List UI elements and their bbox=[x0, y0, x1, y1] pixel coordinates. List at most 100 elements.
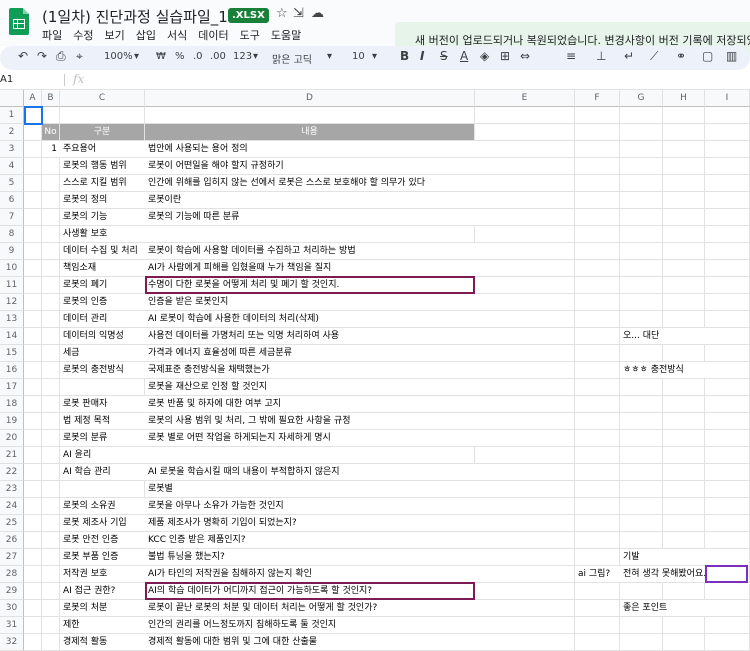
cell-c-21[interactable]: AI 윤리 bbox=[60, 447, 145, 464]
grid-cell[interactable] bbox=[663, 430, 705, 447]
grid-cell[interactable] bbox=[620, 294, 663, 311]
grid-cell[interactable] bbox=[663, 192, 705, 209]
grid-cell[interactable] bbox=[145, 107, 475, 124]
grid-cell[interactable] bbox=[24, 583, 42, 600]
row-header[interactable]: 28 bbox=[0, 566, 24, 583]
font-size-select[interactable]: 10 bbox=[352, 51, 365, 62]
borders-icon[interactable]: ⊞ bbox=[500, 49, 510, 63]
row-header[interactable]: 13 bbox=[0, 311, 24, 328]
grid-cell[interactable] bbox=[620, 345, 663, 362]
grid-cell[interactable] bbox=[620, 107, 663, 124]
italic-icon[interactable]: I bbox=[420, 49, 424, 63]
grid-cell[interactable] bbox=[42, 600, 60, 617]
cell-d-32[interactable]: 경제적 활동에 대한 범위 및 그에 대한 산출물 bbox=[145, 634, 475, 651]
grid-cell[interactable] bbox=[705, 430, 750, 447]
grid-cell[interactable] bbox=[575, 277, 620, 294]
grid-cell[interactable] bbox=[620, 583, 663, 600]
grid-cell[interactable] bbox=[575, 260, 620, 277]
grid-cell[interactable] bbox=[575, 192, 620, 209]
grid-cell[interactable] bbox=[475, 328, 575, 345]
grid-cell[interactable] bbox=[475, 277, 575, 294]
grid-cell[interactable] bbox=[705, 107, 750, 124]
grid-cell[interactable] bbox=[663, 532, 705, 549]
cell-d-19[interactable]: 로봇의 사용 범위 및 처리, 그 밖에 필요한 사항을 규정 bbox=[145, 413, 475, 430]
grid-cell[interactable] bbox=[42, 209, 60, 226]
grid-cell[interactable] bbox=[663, 345, 705, 362]
grid-cell[interactable] bbox=[475, 447, 575, 464]
column-header-g[interactable]: G bbox=[620, 90, 663, 107]
move-folder-icon[interactable]: ⇲ bbox=[293, 6, 304, 21]
decrease-decimal-button[interactable]: .0 bbox=[193, 51, 203, 62]
grid-cell[interactable] bbox=[24, 600, 42, 617]
column-header-a[interactable]: A bbox=[24, 90, 42, 107]
menu-format[interactable]: 서식 bbox=[167, 27, 187, 43]
grid-cell[interactable] bbox=[705, 464, 750, 481]
grid-cell[interactable] bbox=[705, 362, 750, 379]
grid-cell[interactable] bbox=[575, 124, 620, 141]
grid-cell[interactable] bbox=[620, 498, 663, 515]
grid-cell[interactable] bbox=[42, 481, 60, 498]
cell-d-28[interactable]: AI가 타인의 저작권을 침해하지 않는지 확인 bbox=[145, 566, 475, 583]
grid-cell[interactable] bbox=[42, 175, 60, 192]
grid-cell[interactable] bbox=[24, 515, 42, 532]
grid-cell[interactable] bbox=[24, 124, 42, 141]
grid-cell[interactable] bbox=[575, 447, 620, 464]
cell-g-14[interactable]: 오... 대단 bbox=[620, 328, 710, 345]
grid-cell[interactable] bbox=[60, 379, 145, 396]
grid-cell[interactable] bbox=[575, 141, 620, 158]
grid-cell[interactable] bbox=[620, 464, 663, 481]
cell-d-5[interactable]: 인간에 위해를 입히지 않는 선에서 로봇은 스스로 보호해야 할 의무가 있다 bbox=[145, 175, 475, 192]
grid-cell[interactable] bbox=[705, 617, 750, 634]
grid-cell[interactable] bbox=[60, 481, 145, 498]
cell-c-24[interactable]: 로봇의 소유권 bbox=[60, 498, 145, 515]
grid-cell[interactable] bbox=[575, 413, 620, 430]
grid-cell[interactable] bbox=[663, 396, 705, 413]
grid-cell[interactable] bbox=[620, 311, 663, 328]
column-header-e[interactable]: E bbox=[475, 90, 575, 107]
grid-cell[interactable] bbox=[575, 515, 620, 532]
grid-cell[interactable] bbox=[475, 549, 575, 566]
row-header[interactable]: 11 bbox=[0, 277, 24, 294]
grid-cell[interactable] bbox=[705, 498, 750, 515]
grid-cell[interactable] bbox=[475, 566, 575, 583]
grid-cell[interactable] bbox=[475, 311, 575, 328]
grid-cell[interactable] bbox=[42, 277, 60, 294]
grid-cell[interactable] bbox=[575, 600, 620, 617]
grid-cell[interactable] bbox=[663, 294, 705, 311]
zoom-select[interactable]: 100% bbox=[104, 51, 133, 62]
cell-c-32[interactable]: 경제적 활동 bbox=[60, 634, 145, 651]
cell-d-29[interactable]: AI의 학습 데이터가 어디까지 접근이 가능하도록 할 것인지? bbox=[145, 583, 475, 600]
cell-c-4[interactable]: 로봇의 행동 범위 bbox=[60, 158, 145, 175]
cell-c-29[interactable]: AI 접근 권한? bbox=[60, 583, 145, 600]
grid-cell[interactable] bbox=[705, 294, 750, 311]
merge-cells-icon[interactable]: ⇔ bbox=[520, 49, 530, 63]
select-all-corner[interactable] bbox=[0, 90, 24, 107]
grid-cell[interactable] bbox=[620, 243, 663, 260]
grid-cell[interactable] bbox=[42, 549, 60, 566]
grid-cell[interactable] bbox=[24, 447, 42, 464]
cell-d-12[interactable]: 인증을 받은 로봇인지 bbox=[145, 294, 475, 311]
column-header-d[interactable]: D bbox=[145, 90, 475, 107]
column-header-i[interactable]: I bbox=[705, 90, 750, 107]
chevron-down-icon[interactable]: ▾ bbox=[134, 51, 139, 62]
grid-cell[interactable] bbox=[42, 107, 60, 124]
grid-cell[interactable] bbox=[475, 243, 575, 260]
grid-cell[interactable] bbox=[475, 192, 575, 209]
cell-d-16[interactable]: 국제표준 충전방식을 채택했는가 bbox=[145, 362, 475, 379]
grid-cell[interactable] bbox=[575, 549, 620, 566]
grid-cell[interactable] bbox=[42, 566, 60, 583]
vertical-align-icon[interactable]: ⊥ bbox=[596, 49, 606, 63]
cell-d-18[interactable]: 로봇 반품 및 하자에 대한 여부 고지 bbox=[145, 396, 475, 413]
grid-cell[interactable] bbox=[24, 141, 42, 158]
grid-cell[interactable] bbox=[42, 447, 60, 464]
grid-cell[interactable] bbox=[24, 549, 42, 566]
grid-cell[interactable] bbox=[475, 515, 575, 532]
grid-cell[interactable] bbox=[663, 124, 705, 141]
sheets-logo-icon[interactable] bbox=[9, 8, 29, 35]
grid-cell[interactable] bbox=[575, 634, 620, 651]
row-header[interactable]: 32 bbox=[0, 634, 24, 651]
grid-cell[interactable] bbox=[575, 430, 620, 447]
grid-cell[interactable] bbox=[620, 260, 663, 277]
grid-cell[interactable] bbox=[620, 141, 663, 158]
paint-format-icon[interactable]: ⌖ bbox=[76, 49, 83, 64]
